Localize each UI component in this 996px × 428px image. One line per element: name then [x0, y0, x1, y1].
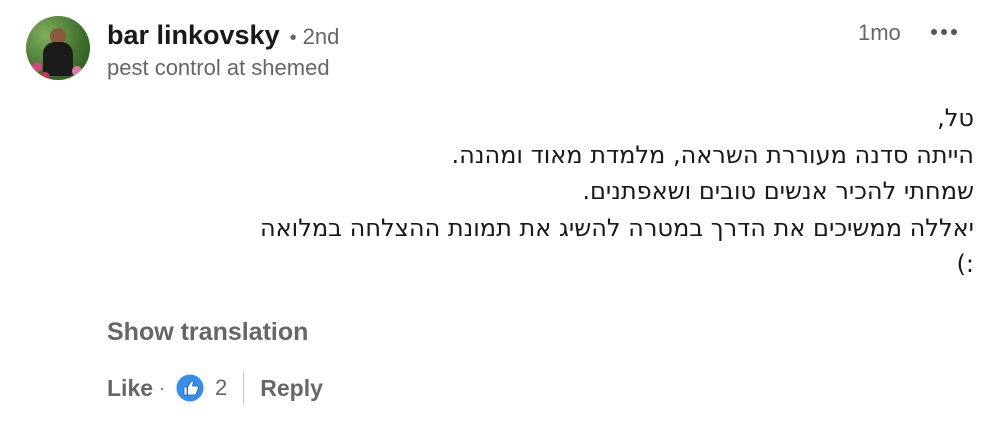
comment-line: יאללה ממשיכים את הדרך במטרה להשיג את תמו…: [259, 213, 974, 242]
reply-button[interactable]: Reply: [260, 375, 323, 402]
comment-line: הייתה סדנה מעוררת השראה, מלמדת מאוד ומהנ…: [451, 140, 974, 169]
avatar-body: [43, 42, 73, 76]
action-separator: ·: [159, 377, 166, 398]
actions-divider: [243, 372, 245, 404]
avatar-flowers: [32, 62, 42, 72]
comment-actions: Like · 2 Reply: [107, 370, 323, 406]
like-button[interactable]: Like: [107, 375, 153, 402]
avatar[interactable]: [26, 16, 90, 80]
author-name[interactable]: bar linkovsky: [107, 20, 280, 51]
like-count: 2: [215, 375, 228, 400]
comment-timestamp: 1mo: [858, 20, 901, 45]
ellipsis-icon: [931, 29, 957, 35]
comment-line: טל,: [937, 104, 974, 132]
more-options-button[interactable]: [928, 16, 960, 48]
show-translation-button[interactable]: Show translation: [107, 318, 308, 347]
author-headline: pest control at shemed: [107, 55, 330, 80]
author-row: bar linkovsky • 2nd: [107, 20, 339, 51]
connection-degree: 2nd: [302, 24, 340, 49]
comment-line: שמחתי להכיר אנשים טובים ושאפתנים.: [582, 177, 974, 205]
thumbs-up-icon[interactable]: [175, 373, 205, 403]
comment-line: :): [956, 250, 974, 278]
degree-separator: •: [289, 27, 297, 49]
comment-text: טל, הייתה סדנה מעוררת השראה, מלמדת מאוד …: [94, 100, 974, 283]
